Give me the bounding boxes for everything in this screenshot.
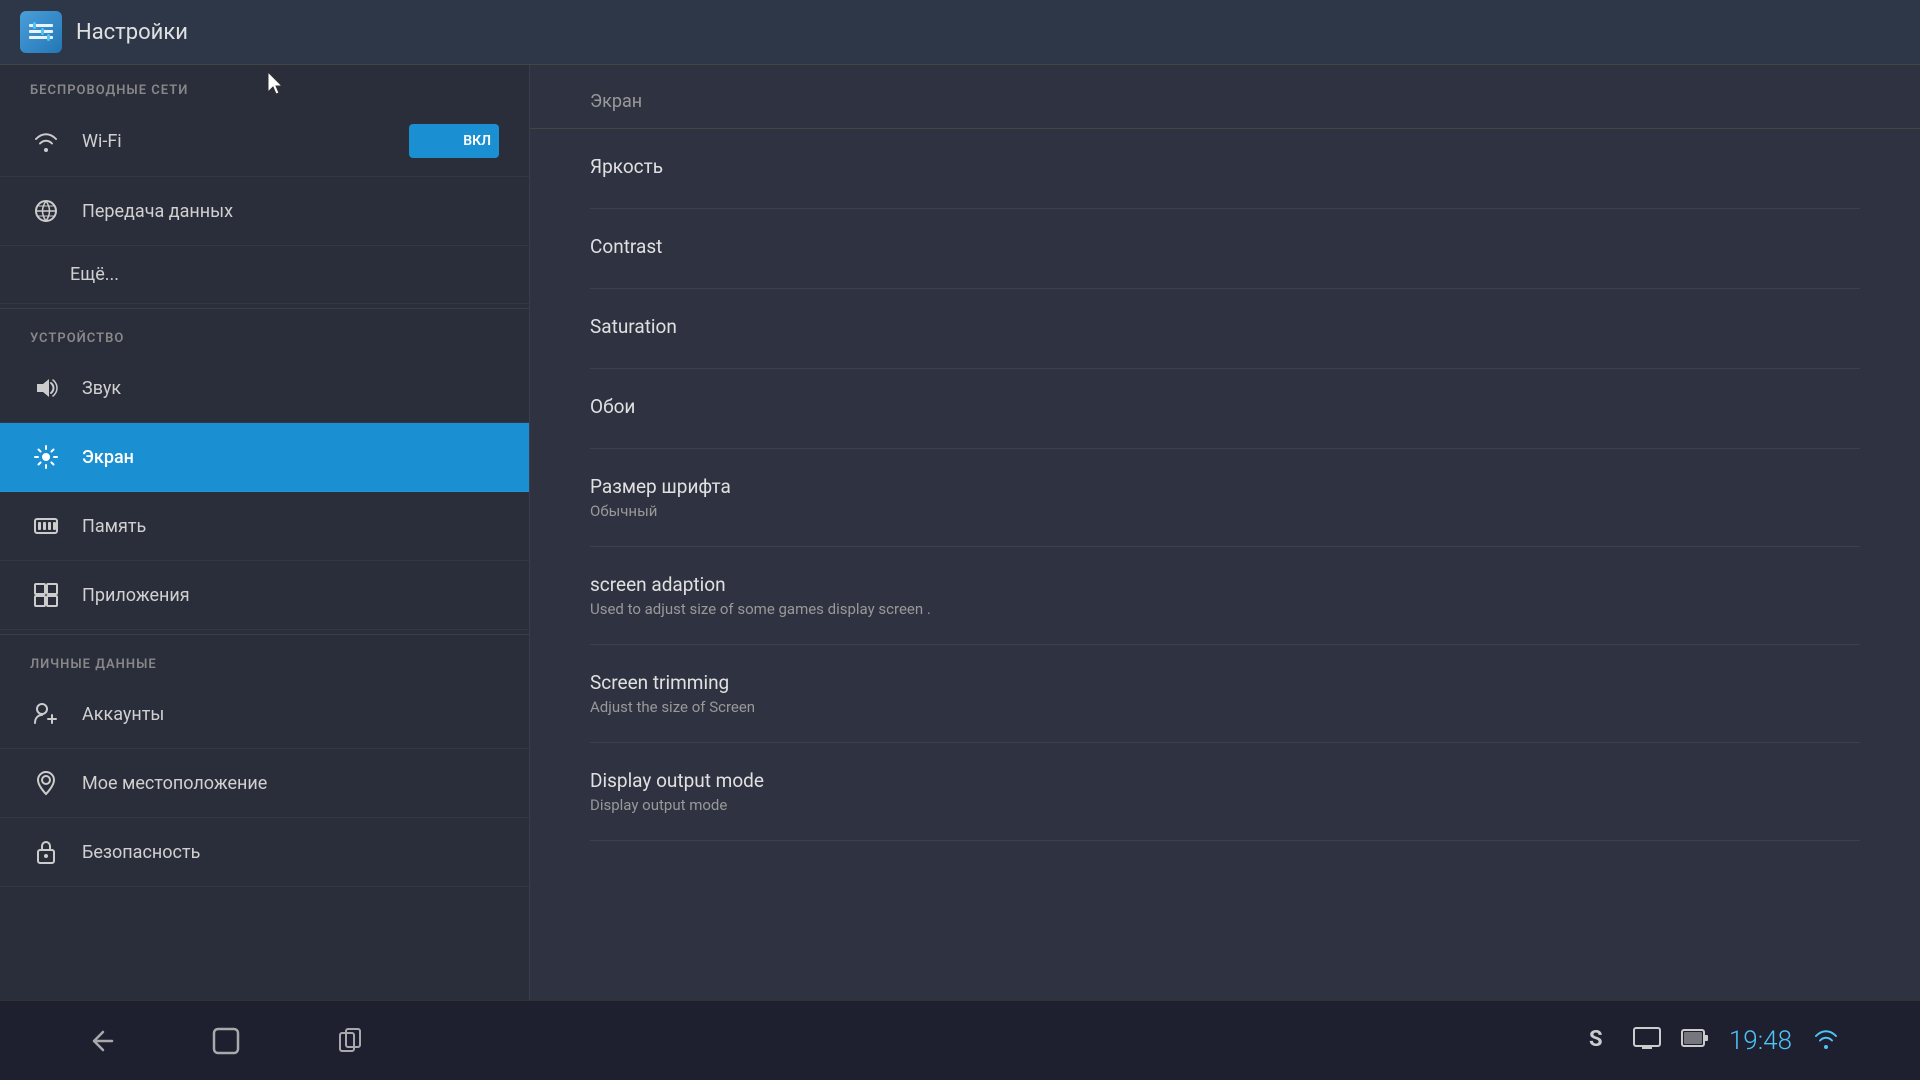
bottom-bar: S 19:48 [0, 1000, 1920, 1080]
section-header-personal: ЛИЧНЫЕ ДАННЫЕ [0, 639, 529, 680]
display-output-title: Display output mode [590, 769, 1860, 792]
sidebar-item-location[interactable]: Мое местоположение [0, 749, 529, 818]
time-display: 19:48 [1729, 1026, 1792, 1056]
section-header-device: УСТРОЙСТВО [0, 313, 529, 354]
saturation-title: Saturation [590, 315, 1860, 338]
settings-contrast[interactable]: Contrast [590, 209, 1860, 289]
apps-icon [30, 579, 62, 611]
accounts-icon [30, 698, 62, 730]
memory-label: Память [82, 516, 146, 537]
divider-1 [0, 308, 529, 309]
recents-button[interactable] [328, 1019, 372, 1063]
bottom-nav [80, 1019, 372, 1063]
divider-2 [0, 634, 529, 635]
wifi-label: Wi-Fi [82, 131, 122, 152]
settings-screen-adaption[interactable]: screen adaption Used to adjust size of s… [590, 547, 1860, 645]
sidebar-item-apps[interactable]: Приложения [0, 561, 529, 630]
font-size-subtitle: Обычный [590, 502, 1860, 520]
s-status-icon: S [1585, 1024, 1613, 1058]
sidebar-item-data[interactable]: Передача данных [0, 177, 529, 246]
data-label: Передача данных [82, 201, 233, 222]
apps-label: Приложения [82, 585, 190, 606]
battery-icon [1681, 1026, 1709, 1056]
settings-list: Яркость Contrast Saturation Обои Размер … [530, 129, 1920, 841]
sidebar-item-sound[interactable]: Звук [0, 354, 529, 423]
home-button[interactable] [204, 1019, 248, 1063]
content-panel: Экран Яркость Contrast Saturation Обои Р… [530, 65, 1920, 1000]
more-label: Ещё... [70, 264, 119, 285]
content-title: Экран [590, 91, 642, 112]
back-button[interactable] [80, 1019, 124, 1063]
app-icon [20, 11, 62, 53]
accounts-label: Аккаунты [82, 704, 164, 725]
wifi-status-icon [1812, 1027, 1840, 1055]
memory-icon [30, 510, 62, 542]
wifi-icon [30, 125, 62, 157]
data-icon [30, 195, 62, 227]
content-header: Экран [530, 65, 1920, 129]
sidebar-item-wifi[interactable]: Wi-Fi ВКЛ [0, 106, 529, 177]
sidebar-item-accounts[interactable]: Аккаунты [0, 680, 529, 749]
sound-icon [30, 372, 62, 404]
location-label: Мое местоположение [82, 773, 267, 794]
screen-trimming-title: Screen trimming [590, 671, 1860, 694]
settings-saturation[interactable]: Saturation [590, 289, 1860, 369]
brightness-title: Яркость [590, 155, 1860, 178]
bottom-right-status: S 19:48 [1585, 1024, 1840, 1058]
settings-display-output[interactable]: Display output mode Display output mode [590, 743, 1860, 841]
screen-adaption-title: screen adaption [590, 573, 1860, 596]
screen-adaption-subtitle: Used to adjust size of some games displa… [590, 600, 1860, 618]
screen-settings-icon [30, 441, 62, 473]
screen-label: Экран [82, 447, 134, 468]
sidebar: БЕСПРОВОДНЫЕ СЕТИ Wi-Fi ВКЛ [0, 65, 530, 1000]
settings-font-size[interactable]: Размер шрифта Обычный [590, 449, 1860, 547]
contrast-title: Contrast [590, 235, 1860, 258]
sound-label: Звук [82, 378, 121, 399]
wifi-toggle[interactable]: ВКЛ [409, 124, 499, 158]
font-size-title: Размер шрифта [590, 475, 1860, 498]
display-output-subtitle: Display output mode [590, 796, 1860, 814]
wifi-toggle-label: ВКЛ [463, 133, 491, 149]
location-icon [30, 767, 62, 799]
sidebar-item-security[interactable]: Безопасность [0, 818, 529, 887]
settings-wallpaper[interactable]: Обои [590, 369, 1860, 449]
settings-screen-trimming[interactable]: Screen trimming Adjust the size of Scree… [590, 645, 1860, 743]
app-title: Настройки [76, 20, 188, 45]
sidebar-item-more[interactable]: Ещё... [0, 246, 529, 304]
settings-brightness[interactable]: Яркость [590, 129, 1860, 209]
top-bar: Настройки [0, 0, 1920, 65]
sidebar-item-memory[interactable]: Память [0, 492, 529, 561]
security-icon [30, 836, 62, 868]
screen-trimming-subtitle: Adjust the size of Screen [590, 698, 1860, 716]
sidebar-item-screen[interactable]: Экран [0, 423, 529, 492]
section-header-wireless: БЕСПРОВОДНЫЕ СЕТИ [0, 65, 529, 106]
security-label: Безопасность [82, 842, 200, 863]
wallpaper-title: Обои [590, 395, 1860, 418]
main-content: БЕСПРОВОДНЫЕ СЕТИ Wi-Fi ВКЛ [0, 65, 1920, 1000]
svg-text:S: S [1589, 1027, 1603, 1052]
screen-status-icon [1633, 1027, 1661, 1055]
